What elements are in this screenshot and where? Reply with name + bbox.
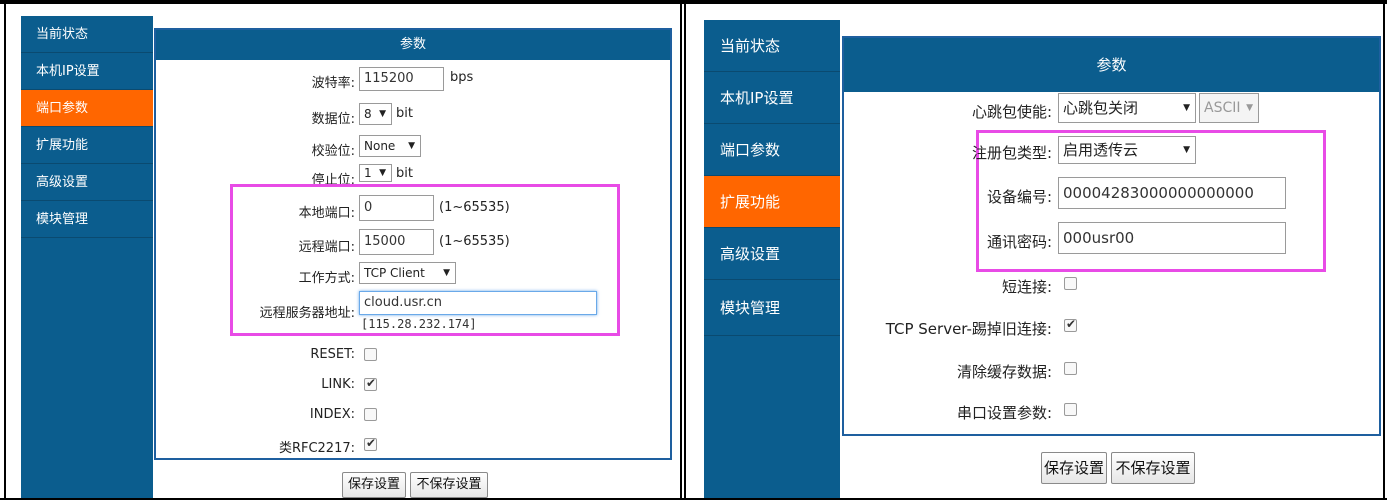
register-type-label: 注册包类型: — [971, 144, 1052, 162]
data-bits-unit: bit — [396, 106, 413, 121]
right-screenshot-panel: 当前状态 本机IP设置 端口参数 扩展功能 高级设置 模块管理 参数 心跳包使能… — [684, 4, 1385, 498]
right-sidebar-item-extension[interactable]: 扩展功能 — [704, 176, 840, 228]
left-screenshot-panel: 当前状态 本机IP设置 端口参数 扩展功能 高级设置 模块管理 参数 波特率: … — [4, 4, 682, 498]
stop-bits-unit: bit — [396, 166, 413, 181]
select-value: None — [364, 139, 396, 153]
heartbeat-select[interactable]: 心跳包关闭 ▼ — [1058, 93, 1196, 123]
parity-select[interactable]: None ▼ — [359, 135, 421, 157]
left-content-header: 参数 — [156, 30, 670, 60]
remote-port-label: 远程端口: — [298, 240, 355, 255]
baud-rate-unit: bps — [450, 70, 474, 85]
left-sidebar: 当前状态 本机IP设置 端口参数 扩展功能 高级设置 模块管理 — [21, 16, 153, 498]
server-resolved-ip: [115.28.232.174] — [361, 317, 477, 331]
select-value: 1 — [364, 166, 372, 180]
page-title: 参数 — [399, 37, 426, 52]
clear-cache-label: 清除缓存数据: — [956, 363, 1052, 381]
select-value: 启用透传云 — [1063, 141, 1139, 159]
data-bits-select[interactable]: 8 ▼ — [359, 103, 392, 125]
left-sidebar-item-extension[interactable]: 扩展功能 — [21, 127, 153, 164]
left-sidebar-item-local-ip[interactable]: 本机IP设置 — [21, 53, 153, 90]
baud-rate-input[interactable]: 115200 — [359, 67, 444, 91]
reset-checkbox[interactable] — [364, 348, 377, 361]
short-connection-checkbox[interactable] — [1064, 277, 1077, 290]
sidebar-item-label: 扩展功能 — [36, 138, 89, 153]
right-sidebar-item-local-ip[interactable]: 本机IP设置 — [704, 72, 840, 124]
local-port-hint: (1~65535) — [439, 200, 510, 215]
heartbeat-label: 心跳包使能: — [971, 103, 1052, 121]
no-save-button[interactable]: 不保存设置 — [1111, 452, 1195, 484]
no-save-button[interactable]: 不保存设置 — [410, 472, 488, 498]
page-title: 参数 — [1096, 56, 1127, 74]
chevron-down-icon: ▼ — [379, 168, 386, 178]
password-label: 通讯密码: — [986, 233, 1052, 251]
stop-bits-select[interactable]: 1 ▼ — [359, 164, 392, 182]
sidebar-item-label: 模块管理 — [720, 299, 781, 317]
sidebar-item-label: 本机IP设置 — [36, 64, 100, 79]
index-label: INDEX: — [309, 407, 355, 422]
right-sidebar-item-advanced[interactable]: 高级设置 — [704, 228, 840, 280]
right-sidebar-item-port-params[interactable]: 端口参数 — [704, 124, 840, 176]
device-id-input[interactable]: 00004283000000000000 — [1058, 177, 1286, 209]
select-value: 心跳包关闭 — [1063, 99, 1139, 117]
bottom-border — [0, 498, 1387, 500]
left-sidebar-item-module[interactable]: 模块管理 — [21, 201, 153, 238]
reset-label: RESET: — [310, 347, 355, 362]
baud-rate-label: 波特率: — [311, 76, 355, 91]
sidebar-item-label: 高级设置 — [720, 245, 781, 263]
local-port-input[interactable]: 0 — [359, 195, 434, 221]
link-checkbox[interactable] — [364, 376, 377, 391]
local-port-label: 本地端口: — [298, 206, 355, 221]
sidebar-item-label: 端口参数 — [36, 101, 89, 116]
sidebar-item-label: 高级设置 — [36, 175, 89, 190]
server-address-input[interactable]: cloud.usr.cn — [359, 291, 597, 315]
tcp-server-kick-checkbox[interactable] — [1064, 317, 1077, 332]
select-value: ASCII — [1204, 100, 1241, 116]
password-input[interactable]: 000usr00 — [1058, 222, 1286, 254]
serial-params-checkbox[interactable] — [1064, 403, 1077, 416]
link-label: LINK: — [321, 377, 355, 392]
chevron-down-icon: ▼ — [1246, 103, 1253, 113]
register-type-select[interactable]: 启用透传云 ▼ — [1058, 136, 1196, 164]
right-content-header: 参数 — [844, 38, 1379, 92]
remote-port-hint: (1~65535) — [439, 234, 510, 249]
chevron-down-icon: ▼ — [443, 268, 450, 278]
server-address-label: 远程服务器地址: — [259, 306, 355, 321]
sidebar-item-label: 本机IP设置 — [720, 89, 794, 107]
heartbeat-format-select[interactable]: ASCII ▼ — [1199, 93, 1259, 123]
work-mode-label: 工作方式: — [298, 271, 355, 286]
sidebar-item-label: 当前状态 — [36, 27, 89, 42]
left-sidebar-item-status[interactable]: 当前状态 — [21, 16, 153, 53]
sidebar-item-label: 扩展功能 — [720, 193, 781, 211]
parity-label: 校验位: — [311, 144, 355, 159]
select-value: 8 — [364, 107, 372, 121]
sidebar-item-label: 模块管理 — [36, 212, 89, 227]
short-connection-label: 短连接: — [1001, 278, 1052, 296]
sidebar-item-label: 端口参数 — [720, 141, 781, 159]
chevron-down-icon: ▼ — [1183, 103, 1190, 113]
chevron-down-icon: ▼ — [1183, 145, 1190, 155]
tcp-server-kick-label: TCP Server-踢掉旧连接: — [885, 320, 1052, 338]
right-sidebar-item-status[interactable]: 当前状态 — [704, 20, 840, 72]
right-sidebar-item-module[interactable]: 模块管理 — [704, 280, 840, 336]
data-bits-label: 数据位: — [311, 112, 355, 127]
left-sidebar-item-port-params[interactable]: 端口参数 — [21, 90, 153, 127]
right-sidebar: 当前状态 本机IP设置 端口参数 扩展功能 高级设置 模块管理 — [704, 20, 840, 498]
remote-port-input[interactable]: 15000 — [359, 229, 434, 255]
rfc2217-label: 类RFC2217: — [278, 441, 355, 456]
rfc2217-checkbox[interactable] — [364, 436, 377, 451]
sidebar-item-label: 当前状态 — [720, 37, 781, 55]
save-button[interactable]: 保存设置 — [342, 472, 406, 498]
clear-cache-checkbox[interactable] — [1064, 362, 1077, 375]
work-mode-select[interactable]: TCP Client ▼ — [359, 262, 456, 284]
left-sidebar-item-advanced[interactable]: 高级设置 — [21, 164, 153, 201]
index-checkbox[interactable] — [364, 408, 377, 421]
serial-params-label: 串口设置参数: — [956, 404, 1052, 422]
device-id-label: 设备编号: — [986, 188, 1052, 206]
select-value: TCP Client — [364, 266, 425, 280]
chevron-down-icon: ▼ — [379, 109, 386, 119]
chevron-down-icon: ▼ — [408, 141, 415, 151]
save-button[interactable]: 保存设置 — [1041, 452, 1107, 484]
